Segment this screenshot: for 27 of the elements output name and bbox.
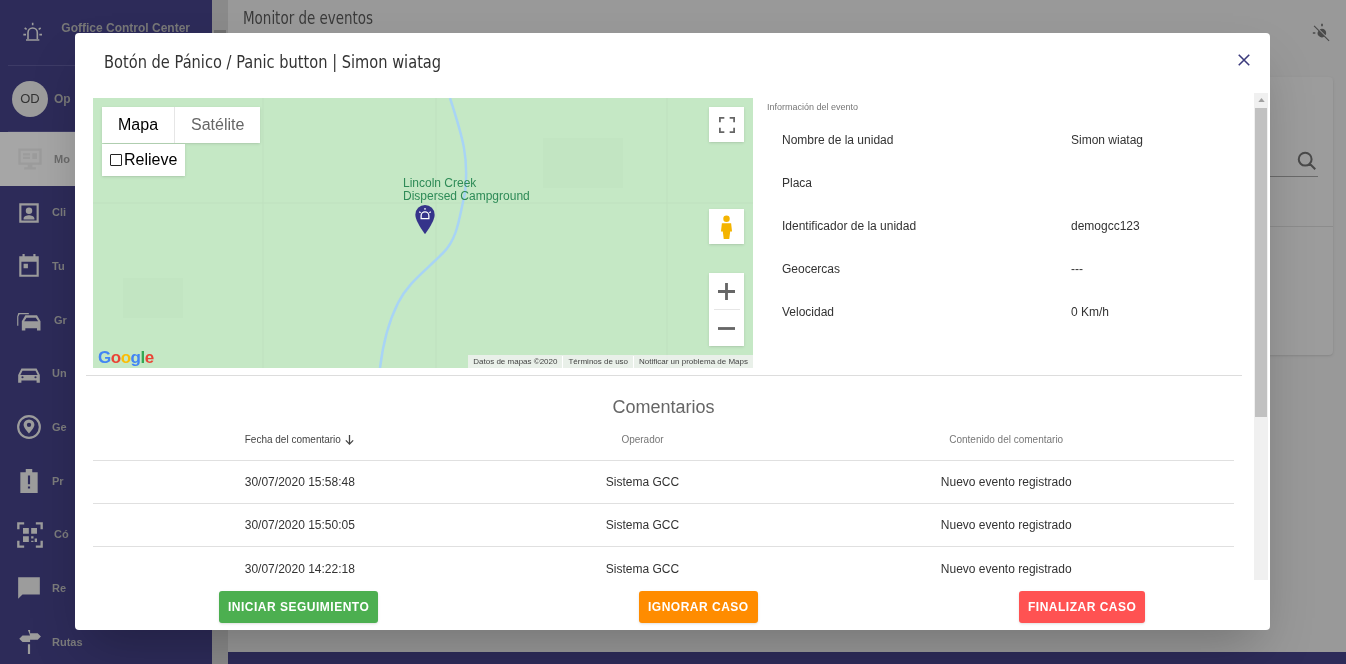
- field-label: Placa: [782, 175, 813, 192]
- user-avatar: OD: [12, 80, 48, 117]
- table-cell-text: 30/07/2020 15:50:05: [244, 517, 355, 534]
- field-value: 0 Km/h: [1071, 304, 1109, 321]
- table-cell-text: Nuevo evento registrado: [940, 517, 1072, 534]
- table-cell-text: Sistema GCC: [605, 474, 680, 491]
- field-label: Nombre de la unidad: [782, 132, 894, 149]
- brand-name: Goffice Control Center: [61, 22, 190, 34]
- table-cell-text: 30/07/2020 15:58:48: [244, 474, 355, 491]
- table-cell-text: Sistema GCC: [605, 560, 680, 578]
- table-cell-text: Nuevo evento registrado: [940, 560, 1072, 578]
- table-cell-text: 30/07/2020 14:22:18: [244, 560, 355, 578]
- section-heading: Comentarios: [611, 396, 716, 419]
- table-cell-text: Sistema GCC: [605, 517, 680, 534]
- page-title: Monitor de eventos: [243, 7, 374, 30]
- field-label: Identificador de la unidad: [782, 218, 917, 235]
- field-label: Geocercas: [782, 261, 841, 278]
- section-title: Información del evento: [767, 101, 859, 114]
- field-value: ---: [1071, 261, 1083, 278]
- field-value: Simon wiatag: [1071, 132, 1144, 149]
- field-label: Velocidad: [782, 304, 835, 321]
- user-name: Op: [54, 90, 71, 108]
- google-logo: Google: [98, 347, 154, 368]
- field-value: demogcc123: [1071, 218, 1140, 235]
- table-cell-text: Nuevo evento registrado: [940, 474, 1072, 491]
- place-label: Lincoln Creek Dispersed Campground: [403, 177, 530, 203]
- dialog-title: Botón de Pánico / Panic button | Simon wiatag: [104, 51, 442, 74]
